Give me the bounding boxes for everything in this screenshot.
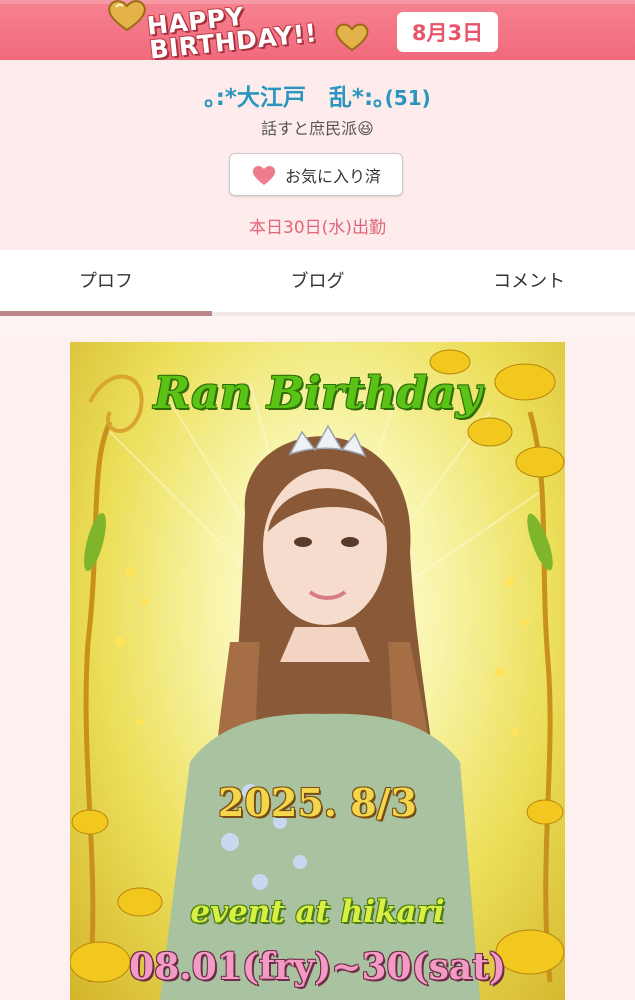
work-status: 本日30日(水)出勤 <box>249 218 386 238</box>
heart-balloon-icon <box>108 0 146 32</box>
profile-tabs: プロフ ブログ コメント <box>0 250 635 316</box>
cast-catchphrase: 話すと庶民派😆 <box>261 119 374 138</box>
cast-name-line: ｡:*大江戸 乱*:｡(51) <box>0 78 635 112</box>
birthday-banner: HAPPY BIRTHDAY!! 8月3日 <box>0 0 635 65</box>
flyer-date: 2025. 8/3 <box>218 780 417 825</box>
flyer-period: 08.01(fry)~30(sat) <box>129 946 506 988</box>
birthday-date-badge: 8月3日 <box>397 12 498 52</box>
heart-balloon-icon <box>335 23 369 52</box>
heart-icon <box>252 165 276 185</box>
flyer-event: event at hikari <box>190 894 445 930</box>
cast-age: (51) <box>384 86 431 110</box>
tab-profile[interactable]: プロフ <box>0 250 212 316</box>
flyer-title: Ran Birthday <box>153 368 482 419</box>
birthday-flyer-image[interactable]: Ran Birthday 2025. 8/3 event at hikari 0… <box>70 342 565 1000</box>
banner-title: HAPPY BIRTHDAY!! <box>145 1 319 65</box>
favorite-button-label: お気に入り済 <box>284 166 381 186</box>
cast-name: ｡:*大江戸 乱*:｡ <box>204 85 385 111</box>
favorite-button[interactable]: お気に入り済 <box>229 153 403 196</box>
tab-blog[interactable]: ブログ <box>212 250 424 316</box>
content-divider <box>0 316 635 338</box>
tab-comments[interactable]: コメント <box>423 250 635 316</box>
